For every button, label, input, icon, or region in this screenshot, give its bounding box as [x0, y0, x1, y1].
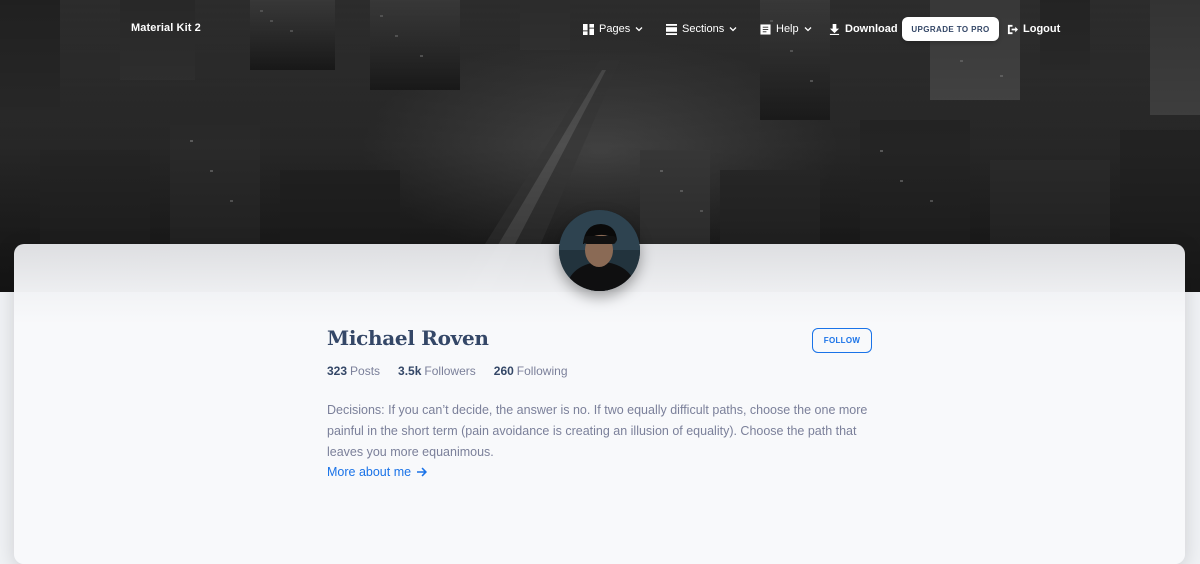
logout-label: Logout	[1023, 23, 1061, 35]
nav-item-help[interactable]: Help	[760, 17, 812, 41]
nav-item-download[interactable]: Download	[829, 17, 898, 41]
nav-item-label: Sections	[682, 23, 725, 35]
stat-label: Posts	[350, 364, 381, 378]
arrow-right-icon	[417, 467, 428, 477]
follow-button[interactable]: FOLLOW	[812, 328, 872, 353]
nav-item-label: Help	[776, 23, 799, 35]
stat-label: Followers	[424, 364, 476, 378]
logout-link[interactable]: Logout	[1007, 17, 1060, 41]
stat-following: 260 Following	[494, 364, 568, 378]
nav-item-sections[interactable]: Sections	[666, 17, 737, 41]
more-about-me-label: More about me	[327, 465, 412, 479]
stat-value: 260	[493, 364, 514, 378]
nav-item-label: Download	[845, 23, 898, 35]
stat-followers: 3.5k Followers	[398, 364, 476, 378]
logout-icon	[1007, 24, 1018, 34]
stat-label: Following	[516, 364, 568, 378]
chevron-down-icon	[635, 27, 643, 32]
dashboard-icon	[583, 23, 594, 35]
chevron-down-icon	[804, 27, 812, 32]
chevron-down-icon	[729, 27, 737, 32]
profile-name: Michael Roven	[327, 326, 489, 350]
nav-item-label: Pages	[599, 23, 631, 35]
view-day-icon	[666, 23, 677, 35]
profile-bio: Decisions: If you can’t decide, the answ…	[327, 403, 868, 459]
download-icon	[829, 23, 840, 35]
brand-logo[interactable]: Material Kit 2	[131, 22, 201, 34]
upgrade-to-pro-button[interactable]: UPGRADE TO PRO	[902, 17, 999, 41]
profile-stats: 323 Posts 3.5k Followers 260 Following	[327, 364, 568, 378]
more-about-me-link[interactable]: More about me	[327, 465, 428, 479]
nav-item-pages[interactable]: Pages	[583, 17, 643, 41]
article-icon	[760, 23, 771, 35]
stat-posts: 323 Posts	[327, 364, 380, 378]
avatar	[559, 210, 640, 291]
stat-value: 323	[327, 364, 348, 378]
stat-value: 3.5k	[398, 364, 422, 378]
profile-photo	[559, 210, 640, 291]
